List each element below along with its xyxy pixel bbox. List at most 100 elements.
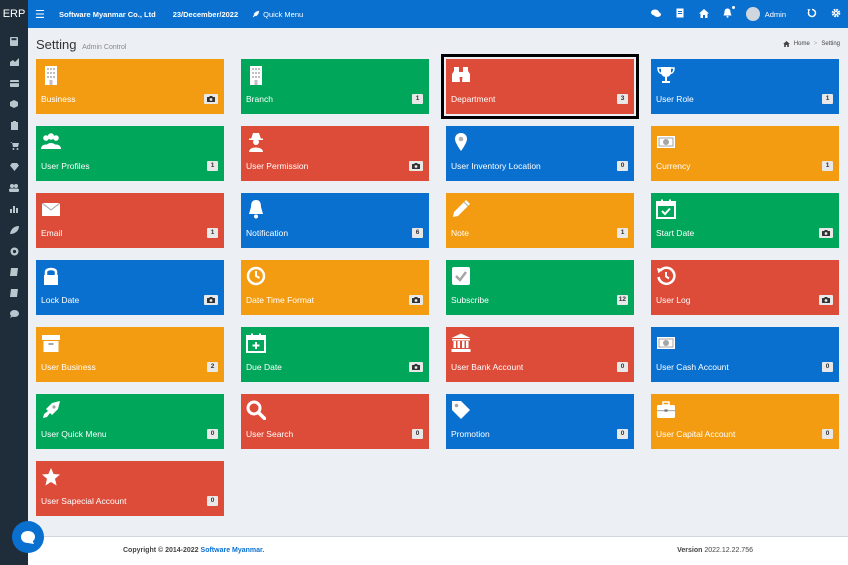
tile-business[interactable]: Business: [36, 59, 224, 114]
tile-user-profiles[interactable]: User Profiles 1: [36, 126, 224, 181]
sidebar-item-book[interactable]: [0, 264, 28, 280]
tile-department[interactable]: Department 3: [441, 54, 639, 119]
tile-label: User Business: [41, 362, 96, 372]
sidebar-item-messages[interactable]: [0, 306, 28, 322]
tile-user-role[interactable]: User Role 1: [651, 59, 839, 114]
tile-currency[interactable]: Currency 1: [651, 126, 839, 181]
sidebar-item-leaf[interactable]: [0, 222, 28, 238]
sidebar-item-chart[interactable]: [0, 54, 28, 70]
tile-badge: [204, 94, 218, 104]
users-icon: [9, 184, 19, 192]
tile-user-cash-account[interactable]: User Cash Account 0: [651, 327, 839, 382]
chat-icon[interactable]: [644, 9, 668, 20]
tile-label: Promotion: [451, 429, 490, 439]
clock-icon: [246, 266, 266, 286]
tile-badge: 6: [412, 228, 423, 238]
tile-badge: 0: [207, 496, 218, 506]
tile-user-search[interactable]: User Search 0: [241, 394, 429, 449]
sidebar-item-clipboard[interactable]: [0, 117, 28, 133]
sidebar-item-book-2[interactable]: [0, 285, 28, 301]
tile-user-bank-account[interactable]: User Bank Account 0: [446, 327, 634, 382]
sidebar-item-reports[interactable]: [0, 201, 28, 217]
camera-icon: [412, 297, 420, 303]
sidebar-item-users[interactable]: [0, 180, 28, 196]
tile-due-date[interactable]: Due Date: [241, 327, 429, 382]
tile-promotion[interactable]: Promotion 0: [446, 394, 634, 449]
star-icon: [42, 468, 60, 486]
page-title-text: Setting: [36, 37, 77, 52]
brand-link[interactable]: Software Myanmar.: [201, 547, 265, 554]
tile-badge: 0: [822, 362, 833, 372]
breadcrumb-current: Setting: [821, 41, 840, 47]
building-icon: [45, 66, 57, 85]
quick-menu-button[interactable]: Quick Menu: [252, 10, 303, 19]
bank-icon: [451, 333, 471, 352]
breadcrumb: Home > Setting: [782, 41, 840, 47]
tile-label: User Search: [246, 429, 294, 439]
tile-user-inventory-location[interactable]: User Inventory Location 0: [446, 126, 634, 181]
calculator-icon: [10, 36, 18, 46]
tile-start-date[interactable]: Start Date: [651, 193, 839, 248]
sidebar-item-settings[interactable]: [0, 243, 28, 259]
tile-notification[interactable]: Notification 6: [241, 193, 429, 248]
tile-badge: 1: [822, 161, 833, 171]
tile-badge: 3: [617, 94, 628, 104]
calendar-check-icon: [656, 199, 676, 219]
top-navbar: ERP ☰ Software Myanmar Co., Ltd 23/Decem…: [0, 0, 848, 28]
envelope-icon: [41, 202, 61, 216]
gear-circle-icon: [10, 247, 18, 255]
tile-badge: 0: [617, 362, 628, 372]
tile-user-quick-menu[interactable]: User Quick Menu 0: [36, 394, 224, 449]
camera-icon: [207, 96, 215, 102]
tile-badge: [409, 362, 423, 372]
tile-subscribe[interactable]: Subscribe 12: [446, 260, 634, 315]
bell-icon[interactable]: [716, 6, 740, 20]
sidebar-item-calculator[interactable]: [0, 33, 28, 49]
sidebar-item-diamond[interactable]: [0, 159, 28, 175]
tile-badge: [819, 295, 833, 305]
diamond-icon: [9, 163, 19, 171]
camera-icon: [412, 163, 420, 169]
tile-label: User Inventory Location: [451, 161, 541, 171]
binoculars-icon: [452, 67, 470, 82]
user-name[interactable]: Admin: [765, 10, 786, 19]
breadcrumb-home[interactable]: Home: [794, 41, 810, 47]
tile-lock-date[interactable]: Lock Date: [36, 260, 224, 315]
tile-branch[interactable]: Branch 1: [241, 59, 429, 114]
sidebar-item-box[interactable]: [0, 96, 28, 112]
sidebar-item-card[interactable]: [0, 75, 28, 91]
tile-user-log[interactable]: User Log: [651, 260, 839, 315]
tile-label: Note: [451, 228, 469, 238]
home-icon[interactable]: [692, 8, 716, 20]
tile-label: Start Date: [656, 228, 695, 238]
box-icon: [10, 100, 18, 108]
app-logo[interactable]: ERP: [0, 0, 28, 28]
tile-label: Business: [41, 94, 76, 104]
tile-label: User Sapecial Account: [41, 496, 127, 506]
bar-chart-icon: [9, 206, 18, 213]
version-number: 2022.12.22.756: [704, 547, 753, 554]
tile-user-business[interactable]: User Business 2: [36, 327, 224, 382]
sidebar-item-cart[interactable]: [0, 138, 28, 154]
live-chat-button[interactable]: [12, 521, 44, 553]
tile-user-sapecial-account[interactable]: User Sapecial Account 0: [36, 461, 224, 516]
tile-badge: 1: [412, 94, 423, 104]
pencil-icon: [453, 200, 470, 217]
avatar[interactable]: [745, 7, 760, 21]
tile-badge: 0: [822, 429, 833, 439]
copyright: Copyright © 2014-2022 Software Myanmar.: [123, 547, 264, 554]
clipboard-icon: [10, 120, 18, 130]
document-icon[interactable]: [668, 8, 692, 20]
tile-user-permission[interactable]: User Permission: [241, 126, 429, 181]
gear-icon[interactable]: [824, 8, 848, 20]
camera-icon: [207, 297, 215, 303]
tile-user-capital-account[interactable]: User Capital Account 0: [651, 394, 839, 449]
tag-icon: [452, 401, 470, 419]
tile-email[interactable]: Email 1: [36, 193, 224, 248]
menu-toggle-icon[interactable]: ☰: [35, 8, 55, 21]
chart-area-icon: [9, 58, 19, 66]
tile-note[interactable]: Note 1: [446, 193, 634, 248]
tile-label: Department: [451, 94, 496, 104]
tile-date-time-format[interactable]: Date Time Format: [241, 260, 429, 315]
refresh-icon[interactable]: [800, 8, 824, 20]
